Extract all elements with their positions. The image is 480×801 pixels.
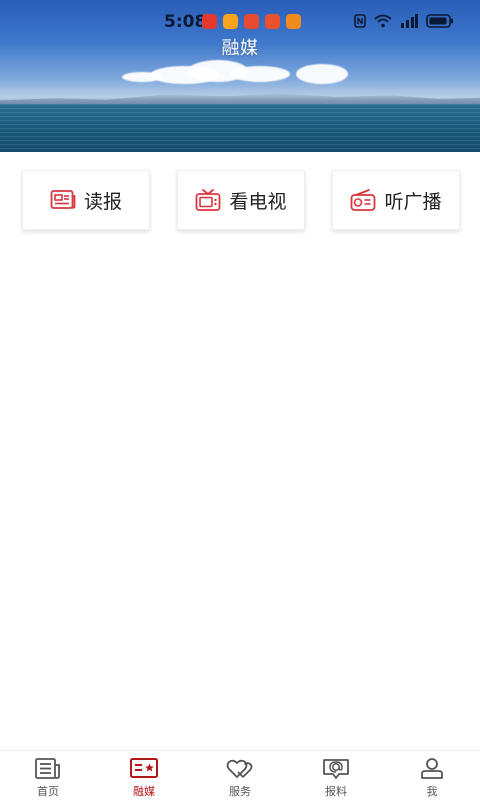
nav-item-service[interactable]: 服务: [192, 757, 288, 801]
listen-radio-label: 听广播: [384, 190, 442, 213]
listen-radio-button[interactable]: 听广播: [332, 170, 460, 230]
cloud: [230, 66, 290, 82]
tv-icon: [196, 189, 221, 211]
app-icon-3: [244, 14, 259, 29]
read-newspaper-label: 读报: [83, 190, 122, 213]
nav-label-service: 服务: [229, 785, 251, 798]
notification-app-icons: [202, 14, 301, 29]
nav-item-report[interactable]: 报料: [288, 757, 384, 801]
app-icon-5: [286, 14, 301, 29]
page-title: 融媒: [221, 38, 259, 59]
nav-item-me[interactable]: 我: [384, 757, 480, 801]
nav-label-report: 报料: [325, 785, 347, 798]
bottom-navigation: 首页 融媒 服务 报料 我: [0, 750, 480, 801]
cloud: [122, 72, 162, 82]
status-time: 5:08: [164, 12, 207, 32]
nav-label-home: 首页: [37, 785, 59, 798]
read-newspaper-button[interactable]: 读报: [22, 170, 150, 230]
report-chat-icon: [323, 759, 349, 779]
watch-tv-button[interactable]: 看电视: [177, 170, 305, 230]
nav-label-me: 我: [426, 785, 438, 798]
system-icons: [354, 14, 454, 28]
app-icon-1: [202, 14, 217, 29]
cloud: [296, 64, 348, 84]
sea: [0, 104, 480, 152]
nav-item-home[interactable]: 首页: [0, 757, 96, 801]
newspaper-icon: [50, 190, 76, 209]
header-banner: 5:08 融媒: [0, 0, 480, 152]
app-icon-2: [223, 14, 238, 29]
watch-tv-label: 看电视: [229, 190, 287, 213]
nav-label-media: 融媒: [133, 785, 155, 798]
media-buttons-row: 读报 看电视 听广播: [0, 170, 480, 230]
radio-icon: [351, 189, 376, 211]
hearts-service-icon: [226, 759, 253, 779]
wifi-icon: [374, 14, 392, 28]
signal-icon: [401, 14, 418, 28]
user-icon: [421, 758, 443, 779]
app-icon-4: [265, 14, 280, 29]
battery-icon: [426, 14, 453, 28]
home-news-icon: [35, 758, 60, 779]
nfc-icon: [354, 14, 366, 28]
nav-item-media[interactable]: 融媒: [96, 757, 192, 801]
media-card-icon: [130, 758, 158, 778]
